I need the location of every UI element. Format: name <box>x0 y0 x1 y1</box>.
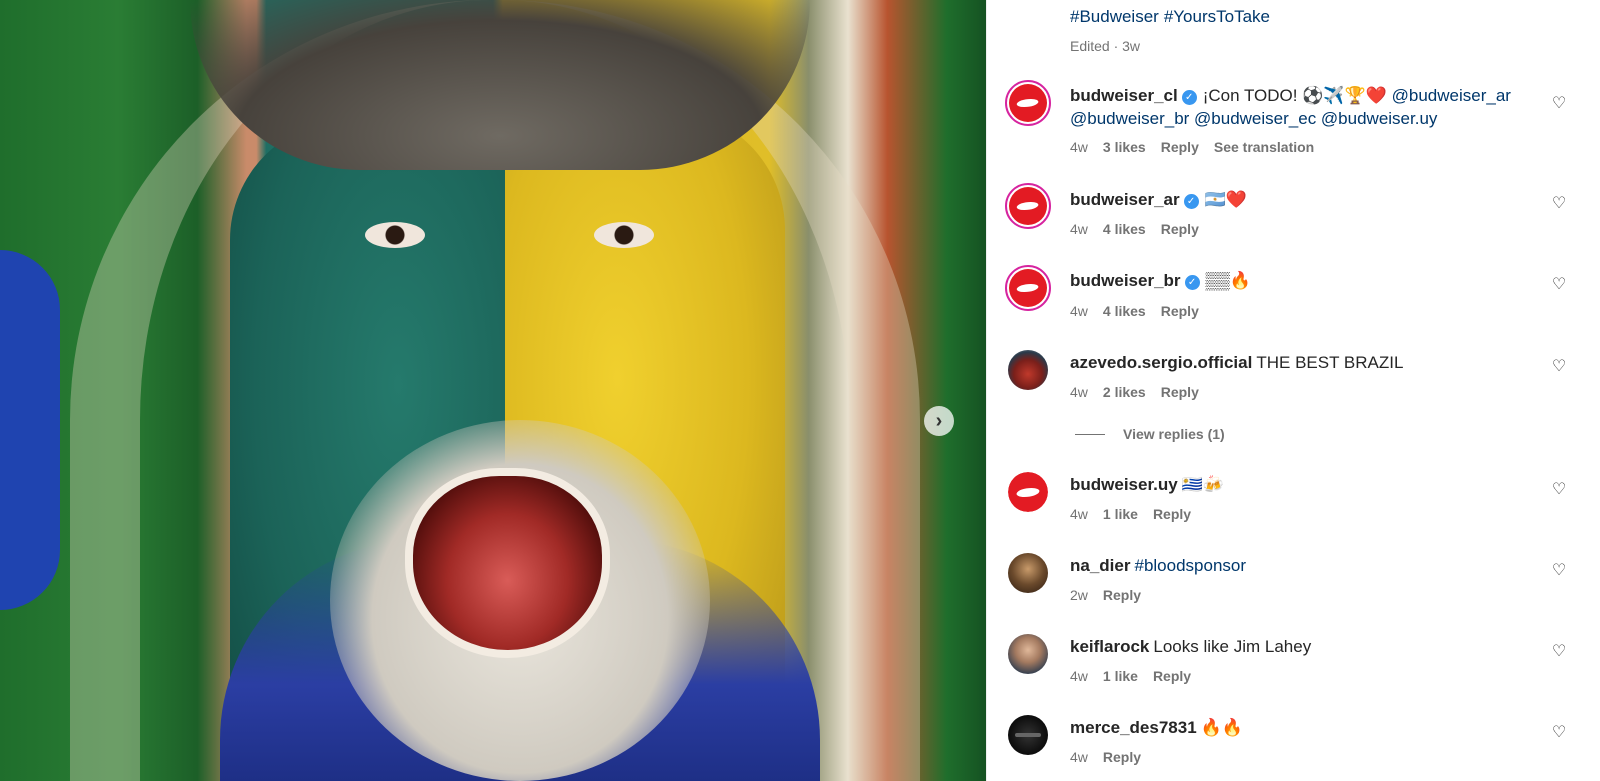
avatar[interactable] <box>1008 715 1048 755</box>
verified-badge-icon: ✓ <box>1181 90 1197 105</box>
comment-username[interactable]: keiflarock <box>1070 637 1149 656</box>
comment-likes[interactable]: 4 likes <box>1103 303 1146 319</box>
comment-username[interactable]: budweiser.uy <box>1070 475 1178 494</box>
comment-text: budweiser_ar ✓ 🇦🇷❤️ <box>1070 188 1530 211</box>
reply-button[interactable]: Reply <box>1103 587 1141 603</box>
comment-username[interactable]: budweiser_br <box>1070 271 1181 290</box>
heart-icon[interactable]: ♡ <box>1551 359 1567 375</box>
comment-meta: 2w Reply <box>1070 587 1156 603</box>
open-mouth <box>405 468 610 658</box>
chevron-right-icon: › <box>935 410 943 432</box>
comment-meta: 4w 1 like Reply <box>1070 506 1206 522</box>
caption-hashtags: #Budweiser #YoursToTake <box>1070 7 1275 27</box>
reply-button[interactable]: Reply <box>1161 221 1199 237</box>
avatar[interactable] <box>1008 553 1048 593</box>
comment-likes[interactable]: 3 likes <box>1103 139 1146 155</box>
view-replies-button[interactable]: View replies (1) <box>1075 426 1225 442</box>
hair <box>190 0 810 170</box>
caption-meta: Edited · 3w <box>1070 38 1141 54</box>
heart-icon[interactable]: ♡ <box>1551 196 1567 212</box>
comment-username[interactable]: na_dier <box>1070 556 1130 575</box>
comment-username[interactable]: merce_des7831 <box>1070 718 1197 737</box>
comment-text: merce_des7831 🔥🔥 <box>1070 716 1530 739</box>
comment-meta: 4w Reply <box>1070 749 1156 765</box>
comment-text: budweiser_cl ✓ ¡Con TODO! ⚽️✈️🏆❤️ @budweis… <box>1070 84 1530 130</box>
right-eye <box>594 222 654 248</box>
comment-likes[interactable]: 1 like <box>1103 506 1138 522</box>
comment-time[interactable]: 4w <box>1070 668 1088 684</box>
comment-text: keiflarock Looks like Jim Lahey <box>1070 635 1530 658</box>
view-replies-label: View replies (1) <box>1123 426 1225 442</box>
heart-icon[interactable]: ♡ <box>1551 277 1567 293</box>
avatar[interactable] <box>1008 350 1048 390</box>
comment-content: ▒▒🔥 <box>1205 271 1251 290</box>
comment-time[interactable]: 4w <box>1070 506 1088 522</box>
verified-badge-icon: ✓ <box>1183 194 1199 209</box>
avatar[interactable] <box>1008 634 1048 674</box>
comment-content: Looks like Jim Lahey <box>1153 637 1312 656</box>
comment-content: THE BEST BRAZIL <box>1256 353 1404 372</box>
comment-time[interactable]: 4w <box>1070 303 1088 319</box>
comment-likes[interactable]: 1 like <box>1103 668 1138 684</box>
comment-text: na_dier #bloodsponsor <box>1070 554 1530 577</box>
reply-button[interactable]: Reply <box>1161 303 1199 319</box>
comment-text: budweiser_br ✓ ▒▒🔥 <box>1070 269 1530 292</box>
hashtag-link[interactable]: #Budweiser <box>1070 7 1159 26</box>
budweiser-logo-icon <box>1009 187 1047 225</box>
avatar[interactable] <box>1005 183 1051 229</box>
comment-time[interactable]: 4w <box>1070 139 1088 155</box>
heart-icon[interactable]: ♡ <box>1551 563 1567 579</box>
heart-icon[interactable]: ♡ <box>1551 725 1567 741</box>
mention-link[interactable]: @budweiser_ar <box>1392 86 1511 105</box>
comment-content: 🇺🇾🍻 <box>1181 475 1225 494</box>
comment-username[interactable]: azevedo.sergio.official <box>1070 353 1252 372</box>
heart-icon[interactable]: ♡ <box>1551 96 1567 112</box>
hashtag-link[interactable]: #YoursToTake <box>1164 7 1270 26</box>
budweiser-logo-icon <box>1009 269 1047 307</box>
comment-content: 🇦🇷❤️ <box>1204 190 1247 209</box>
comment-likes[interactable]: 2 likes <box>1103 384 1146 400</box>
comments-panel: #Budweiser #YoursToTake Edited · 3w budwe… <box>986 0 1600 781</box>
comment-time[interactable]: 2w <box>1070 587 1088 603</box>
heart-icon[interactable]: ♡ <box>1551 482 1567 498</box>
see-translation-button[interactable]: See translation <box>1214 139 1314 155</box>
comment-likes[interactable]: 4 likes <box>1103 221 1146 237</box>
comment-time[interactable]: 4w <box>1070 221 1088 237</box>
comment-text: azevedo.sergio.official THE BEST BRAZIL <box>1070 351 1530 374</box>
comment-time[interactable]: 4w <box>1070 749 1088 765</box>
comment-meta: 4w 4 likes Reply <box>1070 303 1214 319</box>
mention-link[interactable]: @budweiser_br @budweiser_ec @budweiser.u… <box>1070 109 1437 128</box>
hashtag-link[interactable]: #bloodsponsor <box>1134 556 1246 575</box>
comment-meta: 4w 3 likes Reply See translation <box>1070 139 1329 155</box>
comment-text: budweiser.uy 🇺🇾🍻 <box>1070 473 1530 496</box>
comment-meta: 4w 2 likes Reply <box>1070 384 1214 400</box>
next-media-button[interactable]: › <box>924 406 954 436</box>
reply-button[interactable]: Reply <box>1161 139 1199 155</box>
blue-feather <box>0 250 60 610</box>
comment-username[interactable]: budweiser_ar <box>1070 190 1180 209</box>
comment-time[interactable]: 4w <box>1070 384 1088 400</box>
reply-button[interactable]: Reply <box>1153 668 1191 684</box>
comment-username[interactable]: budweiser_cl <box>1070 86 1178 105</box>
avatar[interactable] <box>1005 265 1051 311</box>
budweiser-logo-icon <box>1008 472 1048 512</box>
post-media-image[interactable]: › <box>0 0 986 781</box>
comment-content: ¡Con TODO! ⚽️✈️🏆❤️ <box>1202 86 1387 105</box>
reply-button[interactable]: Reply <box>1103 749 1141 765</box>
verified-badge-icon: ✓ <box>1184 275 1200 290</box>
avatar[interactable] <box>1005 80 1051 126</box>
reply-button[interactable]: Reply <box>1153 506 1191 522</box>
comment-meta: 4w 4 likes Reply <box>1070 221 1214 237</box>
divider-line <box>1075 433 1105 435</box>
heart-icon[interactable]: ♡ <box>1551 644 1567 660</box>
comment-content: 🔥🔥 <box>1200 718 1244 737</box>
reply-button[interactable]: Reply <box>1161 384 1199 400</box>
comment-meta: 4w 1 like Reply <box>1070 668 1206 684</box>
left-eye <box>365 222 425 248</box>
budweiser-logo-icon <box>1009 84 1047 122</box>
avatar[interactable] <box>1008 472 1048 512</box>
